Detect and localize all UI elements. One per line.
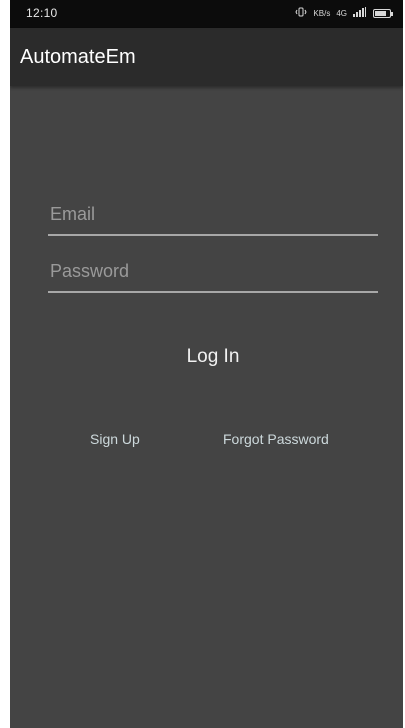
password-field[interactable] [48,255,378,293]
data-speed-icon: KB/s [313,8,331,18]
battery-level [375,10,387,16]
volte-icon: 4G [336,8,347,18]
battery-icon [373,8,393,18]
signup-link[interactable]: Sign Up [90,431,140,447]
status-icons: KB/s 4G [295,7,393,19]
email-field[interactable] [48,198,378,236]
app-bar: AutomateEm [10,28,403,86]
status-bar: 12:10 KB/s 4G [10,0,403,28]
login-button[interactable]: Log In [150,336,276,378]
forgot-password-link[interactable]: Forgot Password [223,431,329,447]
app-title: AutomateEm [20,46,136,68]
status-time: 12:10 [26,6,58,20]
phone-screen: 12:10 KB/s 4G AutomateEm Email Log In Si… [10,0,403,728]
signal-icon [353,7,367,19]
vibrate-icon [295,7,307,19]
